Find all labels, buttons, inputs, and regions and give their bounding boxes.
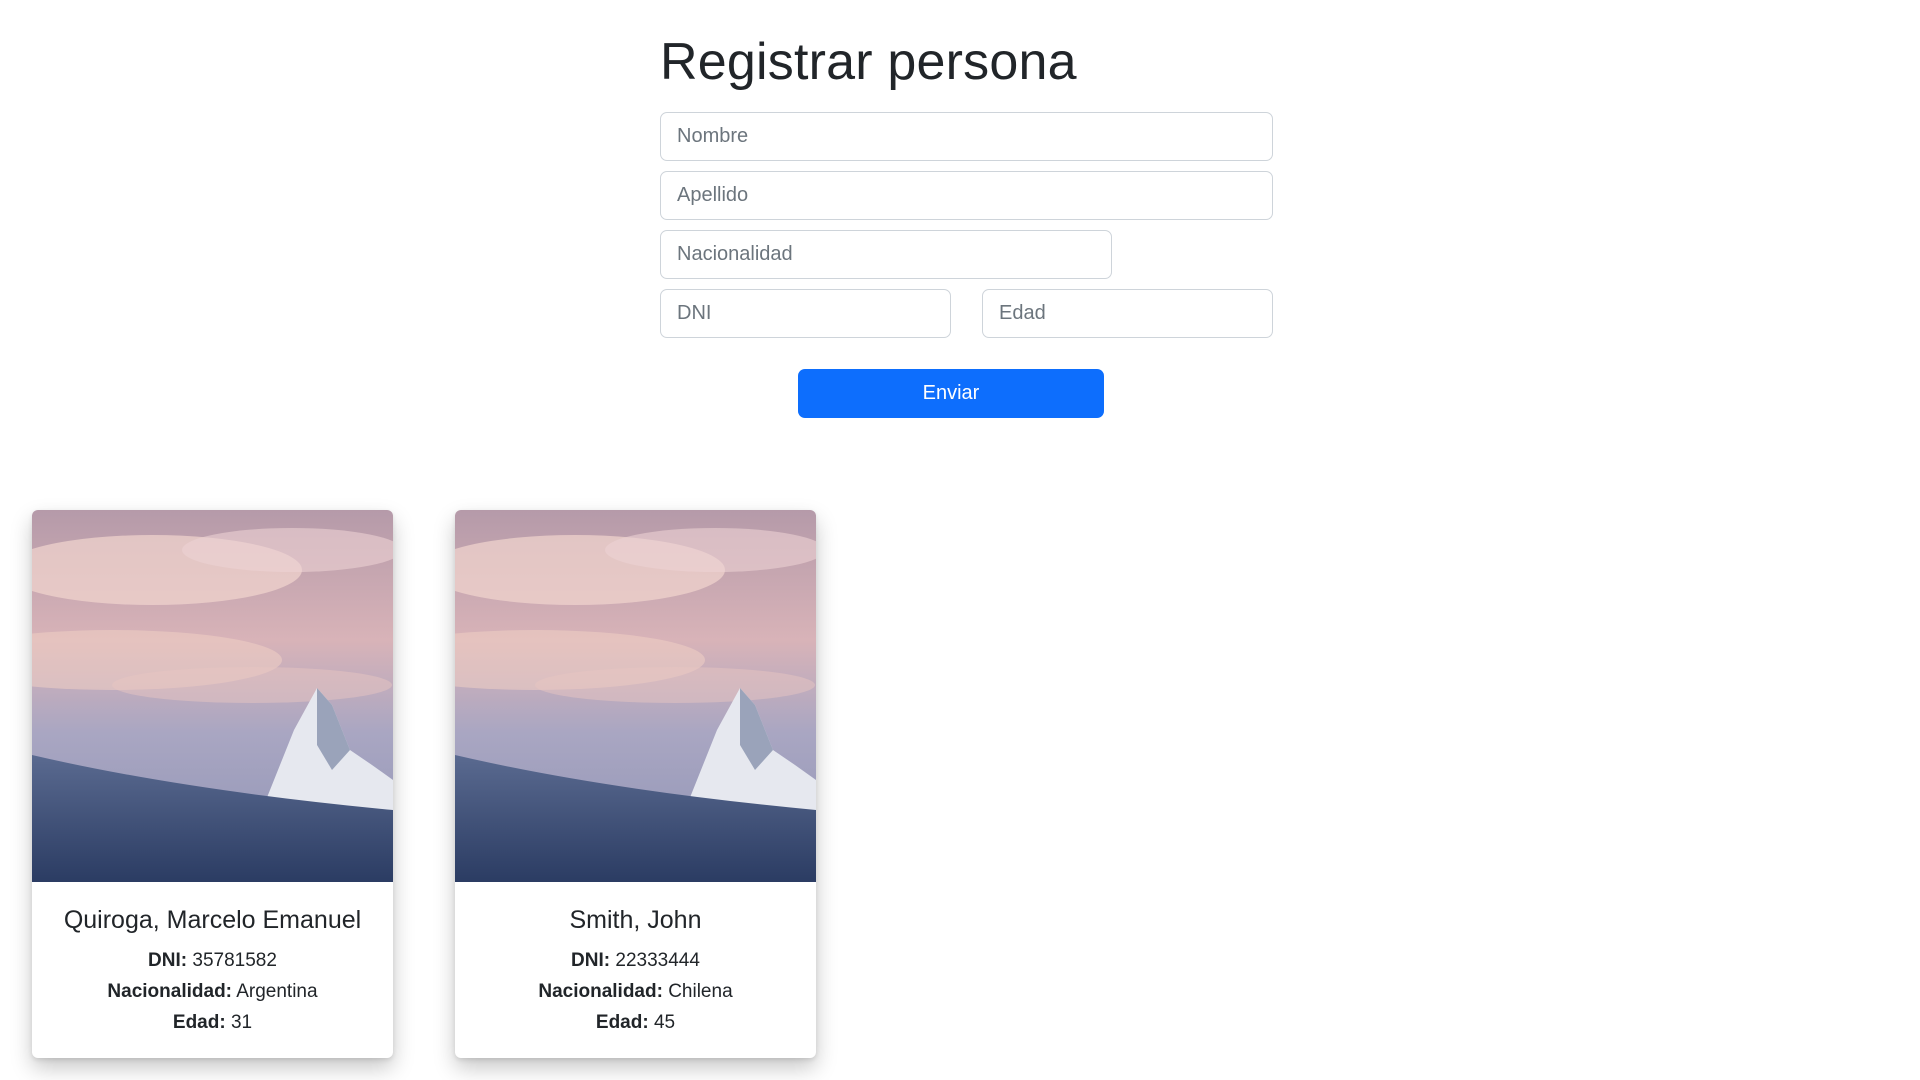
edad-value: 31 — [230, 1012, 253, 1033]
person-name: Quiroga, Marcelo Emanuel — [63, 906, 362, 934]
edad-label: Edad: — [172, 1012, 226, 1033]
person-card: Quiroga, Marcelo Emanuel DNI: 35781582 N… — [32, 510, 393, 1058]
nombre-input[interactable] — [660, 112, 1273, 161]
card-body: Quiroga, Marcelo Emanuel DNI: 35781582 N… — [32, 882, 393, 1038]
nacionalidad-line: Nacionalidad: Chilena — [455, 976, 816, 1007]
person-name: Smith, John — [569, 906, 702, 934]
mountain-image — [455, 510, 816, 882]
person-card: Smith, John DNI: 22333444 Nacionalidad: … — [455, 510, 816, 1058]
edad-line: Edad: 31 — [32, 1007, 393, 1038]
dni-input[interactable] — [660, 289, 951, 338]
dni-value: 22333444 — [615, 950, 700, 971]
edad-line: Edad: 45 — [455, 1007, 816, 1038]
dni-label: DNI: — [148, 950, 188, 971]
edad-input[interactable] — [982, 289, 1273, 338]
dni-line: DNI: 35781582 — [32, 945, 393, 976]
dni-edad-row — [660, 289, 1273, 338]
apellido-input[interactable] — [660, 171, 1273, 220]
card-body: Smith, John DNI: 22333444 Nacionalidad: … — [455, 882, 816, 1038]
edad-label: Edad: — [595, 1012, 649, 1033]
edad-value: 45 — [653, 1012, 676, 1033]
nacionalidad-value: Argentina — [236, 981, 318, 1002]
nacionalidad-label: Nacionalidad: — [538, 981, 663, 1002]
page-title: Registrar persona — [660, 33, 1077, 91]
page: Registrar persona Enviar — [0, 0, 1920, 1080]
nacionalidad-input[interactable] — [660, 230, 1112, 279]
nacionalidad-line: Nacionalidad: Argentina — [32, 976, 393, 1007]
register-form: Registrar persona Enviar — [660, 28, 1273, 418]
dni-line: DNI: 22333444 — [455, 945, 816, 976]
dni-label: DNI: — [571, 950, 611, 971]
nacionalidad-label: Nacionalidad: — [107, 981, 232, 1002]
enviar-button[interactable]: Enviar — [798, 369, 1104, 418]
mountain-image — [32, 510, 393, 882]
dni-value: 35781582 — [192, 950, 277, 971]
person-cards: Quiroga, Marcelo Emanuel DNI: 35781582 N… — [32, 510, 816, 1058]
nacionalidad-value: Chilena — [668, 981, 733, 1002]
